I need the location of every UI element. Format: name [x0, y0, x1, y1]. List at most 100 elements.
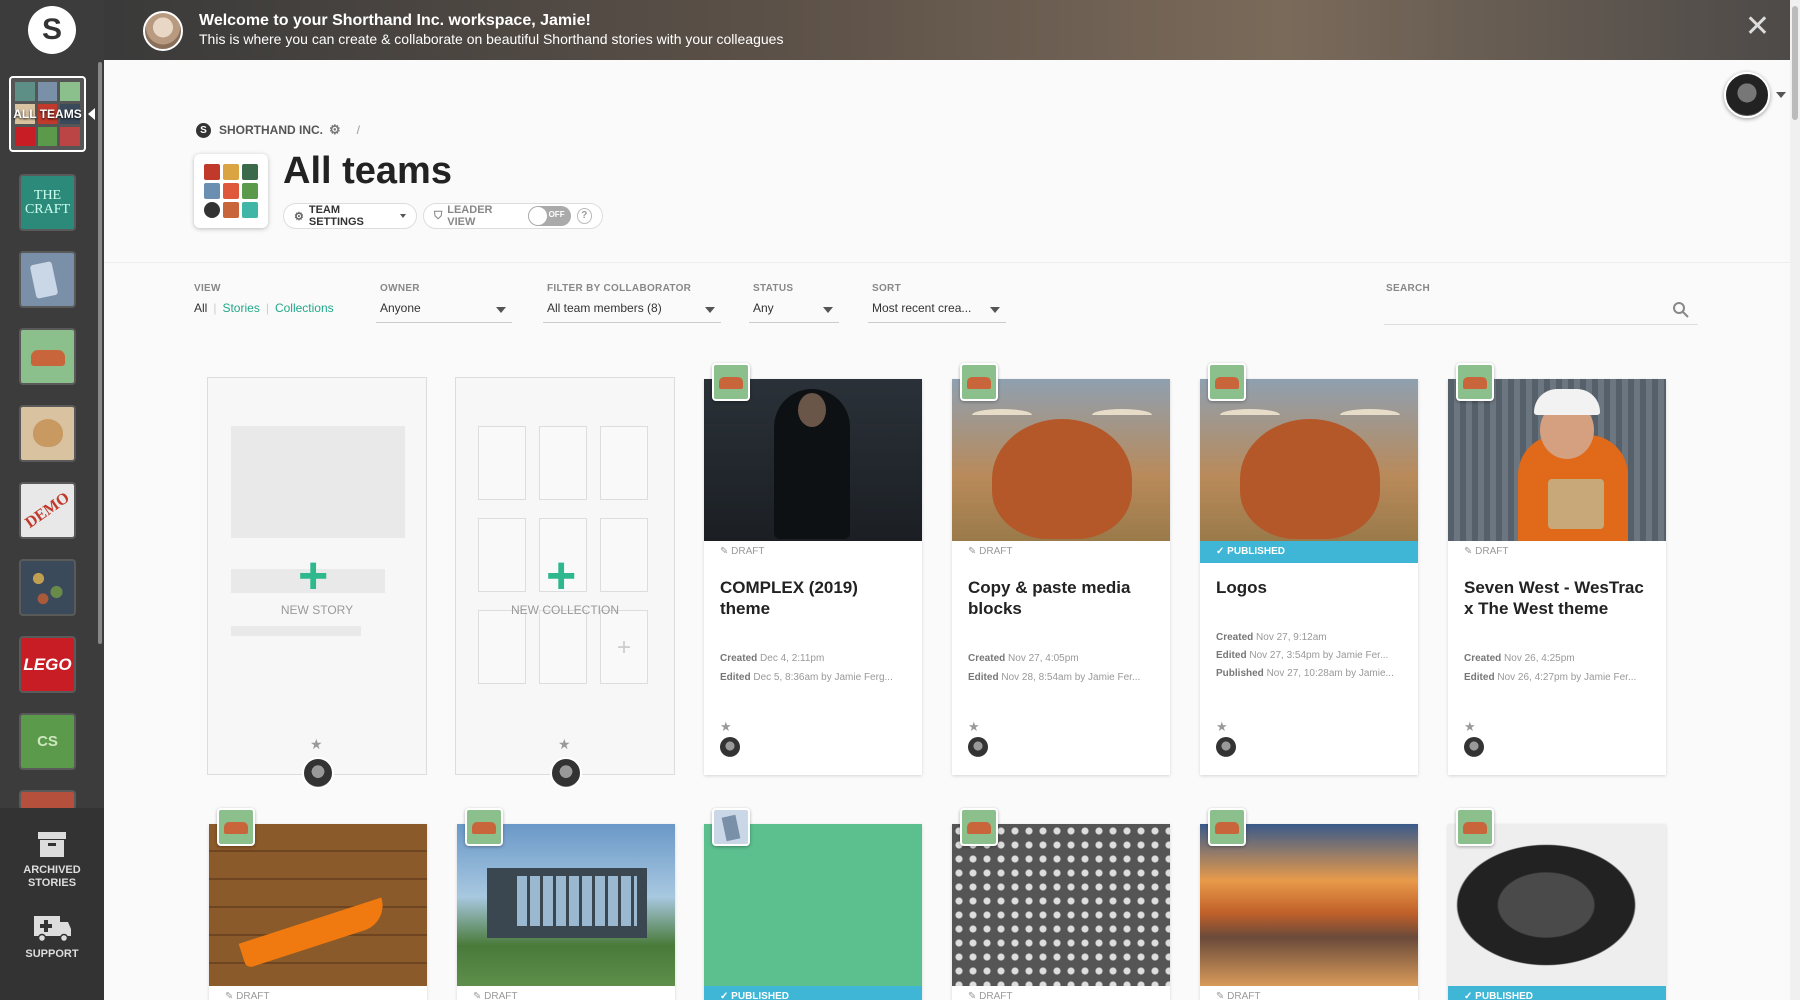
sidebar-item-team-3[interactable] [19, 328, 76, 385]
team-badge [1456, 808, 1494, 846]
chevron-down-icon[interactable] [1776, 92, 1786, 98]
car-icon [31, 350, 65, 366]
page-title: All teams [283, 150, 452, 192]
story-card[interactable]: ✓ PUBLISHED Logos Created Nov 27, 9:12am… [1200, 363, 1418, 775]
sidebar-item-the-craft[interactable]: THE CRAFT [19, 174, 76, 231]
team-label: THE CRAFT [24, 187, 71, 217]
sidebar-item-team-9[interactable] [19, 790, 76, 810]
story-card[interactable]: ✎ DRAFT [209, 808, 427, 1000]
view-all-link[interactable]: All [194, 301, 207, 315]
gear-icon[interactable]: ⚙ [329, 122, 341, 138]
story-created: Created Nov 27, 9:12am [1216, 632, 1327, 643]
story-card[interactable]: ✎ DRAFT Copy & paste media blocks Create… [952, 363, 1170, 775]
sidebar-item-demo[interactable]: DEMO [19, 482, 76, 539]
car-icon [1463, 822, 1487, 834]
team-badge [1208, 808, 1246, 846]
story-edited: Edited Nov 26, 4:27pm by Jamie Fer... [1464, 672, 1637, 683]
owner-select[interactable]: Anyone [376, 299, 512, 323]
sort-value: Most recent crea... [872, 301, 972, 315]
add-tile-icon: + [600, 610, 648, 684]
leader-view-control: ⛉ LEADER VIEW OFF ? [423, 203, 603, 229]
shorthand-logo[interactable]: S [28, 6, 76, 54]
new-story-card[interactable]: + NEW STORY ★ [207, 377, 427, 789]
support-label: SUPPORT [25, 948, 79, 960]
sidebar-scrollbar[interactable] [98, 62, 102, 644]
star-icon[interactable]: ★ [310, 736, 323, 753]
owner-label: OWNER [380, 283, 420, 294]
star-icon[interactable]: ★ [968, 719, 980, 735]
story-title[interactable]: Logos [1216, 577, 1406, 598]
user-avatar-menu[interactable] [1724, 72, 1770, 118]
team-sidebar: S ALL TEAMS THE CRAFT DEMO LEGO CS ARCHI… [0, 0, 104, 1000]
story-thumbnail [704, 379, 922, 541]
star-icon[interactable]: ★ [1464, 719, 1476, 735]
story-card[interactable]: ✓ PUBLISHED [1448, 808, 1666, 1000]
story-thumbnail [457, 824, 675, 986]
ambulance-icon [34, 916, 71, 942]
collapse-caret-icon[interactable] [88, 108, 95, 120]
story-edited: Edited Dec 5, 8:36am by Jamie Ferg... [720, 672, 893, 683]
chevron-down-icon [496, 307, 506, 313]
team-badge [712, 808, 750, 846]
owner-avatar [720, 737, 740, 757]
story-card[interactable]: ✓ PUBLISHED [704, 808, 922, 1000]
new-collection-card[interactable]: + + NEW COLLECTION ★ [455, 377, 675, 789]
view-stories-link[interactable]: Stories [222, 301, 259, 315]
chevron-down-icon [705, 307, 715, 313]
car-icon [967, 822, 991, 834]
chevron-down-icon [400, 214, 406, 218]
breadcrumb-org[interactable]: SHORTHAND INC. [219, 123, 323, 137]
story-thumbnail [1200, 824, 1418, 986]
team-settings-button[interactable]: ⚙ TEAM SETTINGS [283, 203, 417, 229]
close-icon[interactable]: ✕ [1745, 12, 1770, 42]
owner-avatar [550, 757, 582, 789]
collaborator-label: FILTER BY COLLABORATOR [547, 283, 692, 294]
search-icon[interactable] [1672, 301, 1690, 319]
team-mosaic-icon [204, 164, 258, 218]
story-card[interactable]: ✎ DRAFT COMPLEX (2019) theme Created Dec… [704, 363, 922, 775]
team-badge [960, 363, 998, 401]
status-value: Any [753, 301, 774, 315]
page-scrollbar[interactable] [1790, 0, 1800, 1000]
support-button[interactable]: SUPPORT [0, 912, 104, 961]
star-icon[interactable]: ★ [1216, 719, 1228, 735]
story-title[interactable]: Seven West - WesTrac x The West theme [1464, 577, 1654, 619]
view-collections-link[interactable]: Collections [275, 301, 334, 315]
story-card[interactable]: ✎ DRAFT [1200, 808, 1418, 1000]
sidebar-item-lego[interactable]: LEGO [19, 636, 76, 693]
story-thumbnail [209, 824, 427, 986]
story-thumbnail [1200, 379, 1418, 541]
help-icon[interactable]: ? [576, 208, 592, 224]
car-icon [472, 822, 496, 834]
plus-icon: + [546, 547, 577, 605]
story-card[interactable]: ✎ DRAFT Seven West - WesTrac x The West … [1448, 363, 1666, 775]
leader-view-toggle[interactable]: OFF [528, 206, 571, 226]
car-icon [719, 377, 743, 389]
sidebar-footer: ARCHIVED STORIES SUPPORT [0, 808, 104, 1000]
collaborator-value: All team members (8) [547, 301, 662, 315]
archived-stories-button[interactable]: ARCHIVED STORIES [0, 830, 104, 890]
story-card[interactable]: ✎ DRAFT [952, 808, 1170, 1000]
search-input[interactable] [1384, 299, 1698, 325]
team-badge [1208, 363, 1246, 401]
story-title[interactable]: COMPLEX (2019) theme [720, 577, 910, 619]
puppy-icon [33, 419, 63, 447]
sidebar-item-cs[interactable]: CS [19, 713, 76, 770]
star-icon[interactable]: ★ [720, 719, 732, 735]
story-card[interactable]: ✎ DRAFT [457, 808, 675, 1000]
collaborator-select[interactable]: All team members (8) [543, 299, 721, 323]
story-title[interactable]: Copy & paste media blocks [968, 577, 1158, 619]
sidebar-item-team-2[interactable] [19, 251, 76, 308]
sort-select[interactable]: Most recent crea... [868, 299, 1006, 323]
scrollbar-thumb[interactable] [1792, 6, 1798, 120]
new-collection-label: NEW COLLECTION [510, 603, 619, 617]
sidebar-item-team-4[interactable] [19, 405, 76, 462]
status-select[interactable]: Any [749, 299, 839, 323]
owner-value: Anyone [380, 301, 421, 315]
sidebar-item-all-teams[interactable]: ALL TEAMS [9, 76, 86, 152]
owner-avatar [1216, 737, 1236, 757]
view-options: All | Stories | Collections [194, 301, 334, 315]
sidebar-item-team-6[interactable] [19, 559, 76, 616]
story-published: Published Nov 27, 10:28am by Jamie... [1216, 668, 1394, 679]
star-icon[interactable]: ★ [558, 736, 571, 753]
